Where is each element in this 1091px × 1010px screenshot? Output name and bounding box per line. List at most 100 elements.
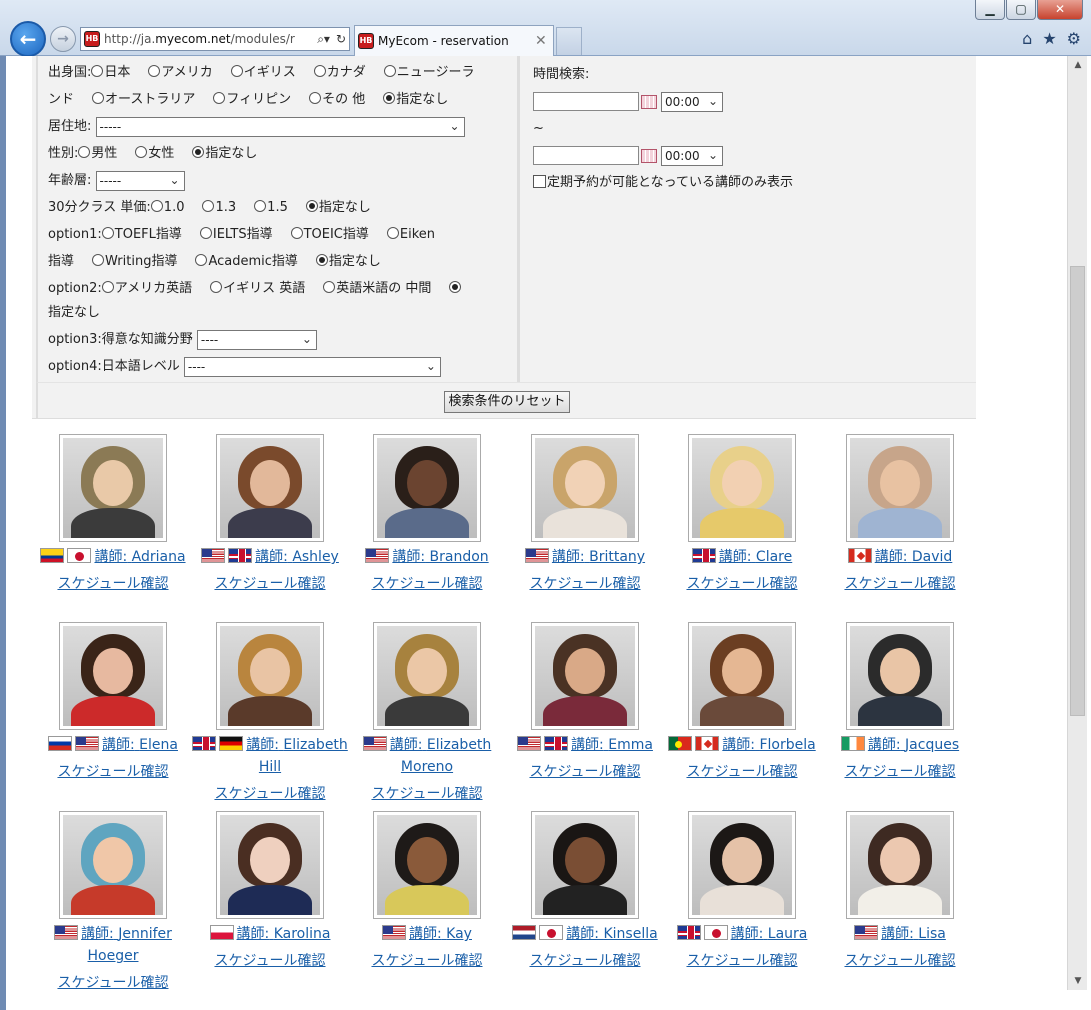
radio-icon[interactable] — [213, 92, 226, 104]
origin-option-nz[interactable]: ニュージーラ — [383, 65, 475, 80]
maximize-icon[interactable]: ▢ — [1006, 0, 1036, 20]
radio-icon[interactable] — [101, 227, 114, 239]
schedule-link[interactable]: スケジュール確認 — [191, 950, 349, 972]
calendar-icon[interactable] — [641, 148, 657, 163]
option2-american[interactable]: アメリカ英語 — [101, 281, 192, 296]
home-icon[interactable]: ⌂ — [1022, 29, 1032, 48]
new-tab-button[interactable] — [556, 27, 582, 55]
radio-icon[interactable] — [383, 65, 396, 77]
teacher-name-link[interactable]: 講師: Kinsella — [566, 926, 657, 942]
gender-option-any[interactable]: 指定なし — [192, 146, 257, 161]
origin-option-other[interactable]: その 他 — [309, 92, 365, 107]
schedule-link[interactable]: スケジュール確認 — [506, 950, 664, 972]
option2-mid[interactable]: 英語米語の 中間 — [323, 281, 431, 296]
origin-option-japan[interactable]: 日本 — [91, 65, 130, 80]
teacher-photo[interactable] — [531, 434, 639, 542]
schedule-link[interactable]: スケジュール確認 — [34, 761, 192, 783]
teacher-photo[interactable] — [846, 434, 954, 542]
search-icon[interactable]: ⌕▾ — [314, 32, 333, 47]
refresh-icon[interactable]: ↻ — [333, 32, 349, 46]
gender-option-male[interactable]: 男性 — [78, 146, 117, 161]
teacher-name-link[interactable]: 講師: Florbela — [722, 737, 815, 753]
price-option-1-3[interactable]: 1.3 — [202, 200, 236, 215]
option2-british[interactable]: イギリス 英語 — [210, 281, 305, 296]
price-option-1-5[interactable]: 1.5 — [254, 200, 288, 215]
address-url[interactable]: http://ja.myecom.net/modules/r — [104, 32, 314, 46]
radio-icon[interactable] — [323, 281, 336, 293]
schedule-link[interactable]: スケジュール確認 — [191, 573, 349, 595]
teacher-name-link[interactable]: 講師: Karolina — [237, 926, 331, 942]
from-date-input[interactable] — [533, 92, 639, 111]
option2-any[interactable]: 指定なし — [48, 305, 100, 320]
option1-eiken[interactable]: Eiken — [386, 227, 435, 242]
origin-option-australia[interactable]: オーストラリア — [92, 92, 195, 107]
gender-option-female[interactable]: 女性 — [135, 146, 174, 161]
vertical-scrollbar[interactable]: ▲ ▼ — [1067, 56, 1087, 990]
schedule-link[interactable]: スケジュール確認 — [191, 783, 349, 805]
schedule-link[interactable]: スケジュール確認 — [34, 573, 192, 595]
to-time-select[interactable]: 00:00 ⌄ — [661, 145, 723, 166]
origin-option-uk[interactable]: イギリス — [230, 65, 296, 80]
reset-button[interactable]: 検索条件のリセット — [444, 391, 570, 413]
option1-eiken-cont[interactable]: 指導 — [48, 254, 74, 269]
teacher-photo[interactable] — [531, 811, 639, 919]
teacher-name-link[interactable]: 講師: Elizabeth Moreno — [390, 737, 492, 775]
teacher-name-link[interactable]: 講師: Adriana — [94, 549, 185, 565]
teacher-name-link[interactable]: 講師: Elena — [102, 737, 178, 753]
age-select[interactable]: ----- ⌄ — [95, 170, 185, 191]
back-button[interactable]: ← — [10, 21, 46, 57]
radio-icon[interactable] — [92, 254, 105, 266]
radio-icon[interactable] — [254, 200, 267, 212]
radio-selected-icon[interactable] — [305, 200, 318, 212]
tab-close-icon[interactable]: ✕ — [535, 33, 553, 49]
schedule-link[interactable]: スケジュール確認 — [348, 950, 506, 972]
teacher-name-link[interactable]: 講師: Emma — [571, 737, 653, 753]
scrollbar-thumb[interactable] — [1070, 266, 1085, 716]
to-date-input[interactable] — [533, 146, 639, 165]
radio-icon[interactable] — [210, 281, 223, 293]
schedule-link[interactable]: スケジュール確認 — [663, 573, 821, 595]
teacher-name-link[interactable]: 講師: Elizabeth Hill — [246, 737, 348, 775]
origin-option-canada[interactable]: カナダ — [313, 65, 366, 80]
origin-option-nz-cont[interactable]: ンド — [48, 92, 74, 107]
scroll-up-icon[interactable]: ▲ — [1068, 56, 1088, 74]
radio-icon[interactable] — [148, 65, 161, 77]
option1-ielts[interactable]: IELTS指導 — [199, 227, 273, 242]
teacher-name-link[interactable]: 講師: David — [875, 549, 953, 565]
option2-any-radio[interactable] — [449, 281, 462, 296]
radio-selected-icon[interactable] — [315, 254, 328, 266]
radio-selected-icon[interactable] — [449, 281, 462, 293]
origin-option-any[interactable]: 指定なし — [383, 92, 448, 107]
option1-toefl[interactable]: TOEFL指導 — [101, 227, 182, 242]
minimize-icon[interactable]: ▁ — [975, 0, 1005, 20]
schedule-link[interactable]: スケジュール確認 — [34, 972, 192, 994]
radio-icon[interactable] — [386, 227, 399, 239]
teacher-name-link[interactable]: 講師: Clare — [719, 549, 792, 565]
teacher-name-link[interactable]: 講師: Brandon — [392, 549, 488, 565]
teacher-name-link[interactable]: 講師: Laura — [731, 926, 808, 942]
radio-icon[interactable] — [101, 281, 114, 293]
browser-tab[interactable]: HB MyEcom - reservation ✕ — [354, 25, 554, 56]
radio-icon[interactable] — [92, 92, 105, 104]
regular-only-row[interactable]: 定期予約が可能となっている講師のみ表示 — [533, 170, 975, 197]
teacher-photo[interactable] — [688, 434, 796, 542]
teacher-photo[interactable] — [59, 622, 167, 730]
calendar-icon[interactable] — [641, 94, 657, 109]
schedule-link[interactable]: スケジュール確認 — [821, 573, 979, 595]
teacher-photo[interactable] — [216, 811, 324, 919]
radio-icon[interactable] — [290, 227, 303, 239]
gear-icon[interactable]: ⚙ — [1067, 29, 1081, 48]
favorites-star-icon[interactable]: ★ — [1042, 29, 1056, 48]
schedule-link[interactable]: スケジュール確認 — [348, 783, 506, 805]
schedule-link[interactable]: スケジュール確認 — [506, 573, 664, 595]
teacher-photo[interactable] — [59, 811, 167, 919]
teacher-photo[interactable] — [688, 811, 796, 919]
radio-icon[interactable] — [199, 227, 212, 239]
teacher-name-link[interactable]: 講師: Kay — [409, 926, 472, 942]
schedule-link[interactable]: スケジュール確認 — [663, 761, 821, 783]
origin-option-america[interactable]: アメリカ — [148, 65, 213, 80]
radio-icon[interactable] — [313, 65, 326, 77]
radio-icon[interactable] — [78, 146, 91, 158]
teacher-name-link[interactable]: 講師: Brittany — [552, 549, 645, 565]
teacher-photo[interactable] — [373, 434, 481, 542]
